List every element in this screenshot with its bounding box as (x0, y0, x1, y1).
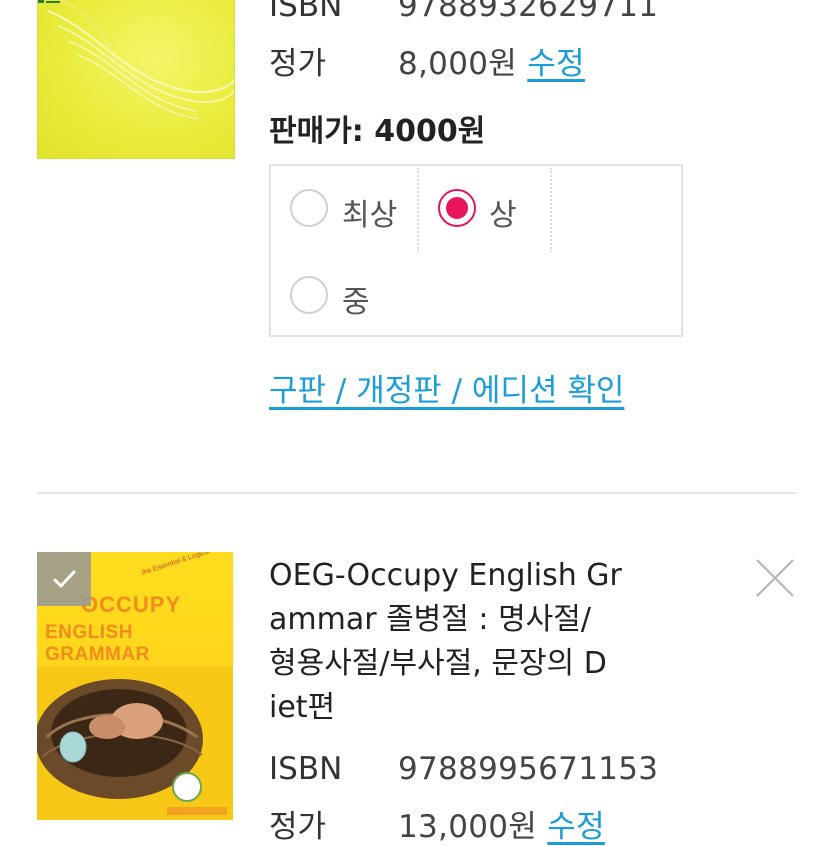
cover-nest-illustration (37, 667, 233, 820)
select-checkbox[interactable] (37, 552, 91, 606)
isbn-label: ISBN (269, 751, 343, 787)
list-price-amount: 8,000원 (398, 46, 518, 82)
publisher-logo (38, 0, 60, 3)
condition-radio-good[interactable] (438, 189, 476, 227)
list-price-label: 정가 (269, 46, 327, 82)
book-title-line: 형용사절/부사절, 문장의 D (269, 646, 607, 681)
cover-title-line2: ENGLISH GRAMMAR (45, 622, 150, 665)
condition-radio-best[interactable] (290, 189, 328, 227)
condition-radio-fair[interactable] (290, 276, 328, 314)
book-title-line: ammar 졸병절 : 명사절/ (269, 602, 591, 637)
list-price-amount: 13,000원 (398, 809, 538, 845)
book-cover-image[interactable] (37, 0, 235, 159)
edit-price-link[interactable]: 수정 (527, 46, 585, 82)
isbn-value: 9788932629711 (398, 0, 659, 24)
sale-price-label: 판매가: (269, 114, 364, 149)
condition-label-good: 상 (489, 198, 517, 233)
close-icon[interactable] (754, 557, 796, 599)
edit-price-link[interactable]: 수정 (547, 809, 605, 845)
edition-check-link[interactable]: 구판 / 개정판 / 에디션 확인 (269, 365, 624, 410)
book-title-line: OEG-Occupy English Gr (269, 558, 622, 593)
condition-label-best: 최상 (342, 198, 398, 233)
sale-price: 판매가: 4000원 (269, 106, 485, 150)
isbn-label: ISBN (269, 0, 343, 24)
list-price-value: 8,000원 수정 (398, 38, 585, 83)
list-price-value: 13,000원 수정 (398, 801, 605, 846)
item-divider (37, 492, 796, 494)
condition-divider (550, 168, 552, 252)
book-cover-image[interactable]: the Essential & Logical English OCCUPY E… (37, 552, 233, 820)
condition-selector (269, 164, 683, 337)
cover-title-line1: OCCUPY (81, 592, 182, 617)
sale-price-value: 4000원 (374, 114, 486, 149)
cover-subtitle: the Essential & Logical English (141, 552, 233, 577)
book-title-line: iet편 (269, 690, 336, 725)
condition-label-fair: 중 (342, 285, 370, 320)
cover-swirl-graphic (47, 0, 234, 120)
list-price-label: 정가 (269, 809, 327, 845)
isbn-value: 9788995671153 (398, 751, 659, 787)
book-title[interactable]: OEG-Occupy English Gr ammar 졸병절 : 명사절/ 형… (269, 554, 659, 730)
checkmark-icon (53, 570, 76, 588)
condition-divider (417, 168, 419, 252)
